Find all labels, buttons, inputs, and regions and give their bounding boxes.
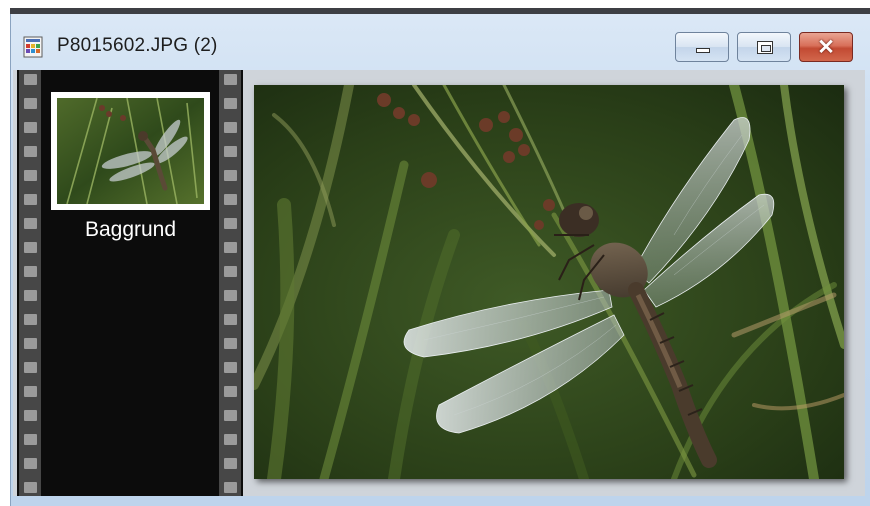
layer-name-label: Baggrund — [84, 218, 177, 241]
filmstrip-hole — [24, 482, 37, 493]
layer-thumbnail[interactable] — [51, 92, 210, 210]
filmstrip-hole — [224, 266, 237, 277]
filmstrip-hole — [224, 482, 237, 493]
filmstrip-hole — [24, 98, 37, 109]
filmstrip-hole — [224, 194, 237, 205]
close-button[interactable]: ✕ — [799, 32, 853, 62]
filmstrip-hole — [224, 242, 237, 253]
filmstrip-hole — [24, 266, 37, 277]
filmstrip-hole — [224, 98, 237, 109]
minimize-icon — [696, 48, 710, 53]
close-icon: ✕ — [817, 36, 835, 59]
filmstrip-hole — [24, 194, 37, 205]
window-client-area: Baggrund — [13, 70, 865, 496]
filmstrip-perforations-left — [19, 70, 41, 496]
filmstrip-hole — [224, 290, 237, 301]
main-image-view[interactable] — [249, 80, 848, 486]
filmstrip-hole — [224, 74, 237, 85]
filmstrip-hole — [224, 410, 237, 421]
dragonfly-photo — [249, 80, 848, 486]
filmstrip-hole — [24, 338, 37, 349]
filmstrip-hole — [24, 386, 37, 397]
filmstrip-hole — [224, 122, 237, 133]
filmstrip-hole — [24, 290, 37, 301]
filmstrip-hole — [224, 386, 237, 397]
minimize-button[interactable] — [675, 32, 729, 62]
top-edge — [0, 0, 870, 14]
filmstrip-hole — [224, 362, 237, 373]
maximize-button[interactable] — [737, 32, 791, 62]
filmstrip-hole — [224, 170, 237, 181]
window-title: P8015602.JPG (2) — [57, 35, 218, 56]
filmstrip-hole — [24, 362, 37, 373]
filmstrip-hole — [24, 314, 37, 325]
image-document-icon — [23, 36, 43, 58]
layer-filmstrip: Baggrund — [17, 70, 243, 496]
restore-icon — [757, 41, 773, 54]
filmstrip-hole — [224, 146, 237, 157]
filmstrip-hole — [24, 242, 37, 253]
filmstrip-hole — [224, 434, 237, 445]
title-bar[interactable]: P8015602.JPG (2) ✕ — [11, 14, 870, 70]
filmstrip-hole — [224, 218, 237, 229]
filmstrip-hole — [24, 458, 37, 469]
image-window: P8015602.JPG (2) ✕ Baggrund — [10, 14, 870, 506]
filmstrip-hole — [24, 410, 37, 421]
filmstrip-hole — [24, 170, 37, 181]
filmstrip-hole — [224, 314, 237, 325]
filmstrip-hole — [224, 458, 237, 469]
filmstrip-hole — [24, 218, 37, 229]
filmstrip-hole — [24, 146, 37, 157]
filmstrip-hole — [224, 338, 237, 349]
filmstrip-hole — [24, 122, 37, 133]
filmstrip-perforations-right — [219, 70, 241, 496]
dragonfly-thumbnail-image — [57, 98, 204, 204]
filmstrip-hole — [24, 74, 37, 85]
filmstrip-hole — [24, 434, 37, 445]
